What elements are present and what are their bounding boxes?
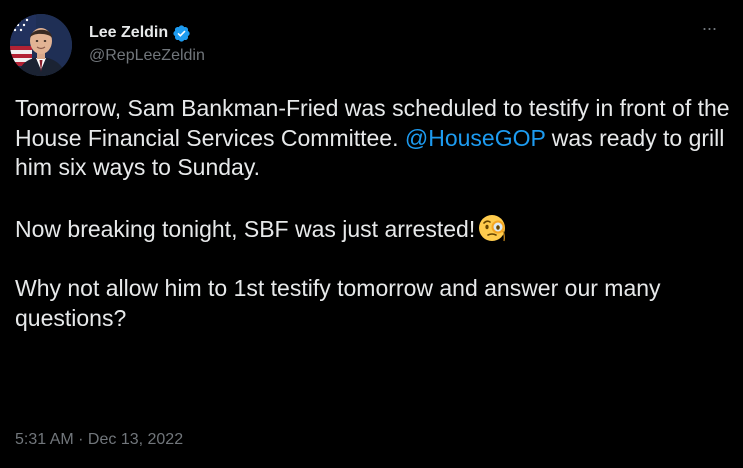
tweet-timestamp: 5:31 AM · Dec 13, 2022 xyxy=(15,431,183,449)
paragraph-2-text: Now breaking tonight, SBF was just arres… xyxy=(15,216,476,242)
tweet-paragraph-2: Now breaking tonight, SBF was just arres… xyxy=(15,212,730,245)
timestamp-date[interactable]: Dec 13, 2022 xyxy=(88,431,183,448)
tweet-paragraph-3: Why not allow him to 1st testify tomorro… xyxy=(15,275,661,331)
more-options-button[interactable]: ··· xyxy=(697,19,721,40)
face-with-monocle-emoji-icon xyxy=(477,212,509,244)
tweet-paragraph-1: Tomorrow, Sam Bankman-Fried was schedule… xyxy=(15,94,730,183)
display-name[interactable]: Lee Zeldin xyxy=(89,24,168,42)
author-block: Lee Zeldin @RepLeeZeldin xyxy=(89,22,205,65)
timestamp-separator: · xyxy=(73,431,88,448)
avatar[interactable] xyxy=(10,14,72,76)
timestamp-time[interactable]: 5:31 AM xyxy=(15,431,74,448)
tweet-card: Lee Zeldin @RepLeeZeldin ··· Tomorrow, S… xyxy=(0,0,743,468)
author-handle[interactable]: @RepLeeZeldin xyxy=(89,47,205,65)
tweet-text: Tomorrow, Sam Bankman-Fried was schedule… xyxy=(15,94,730,333)
mention-link[interactable]: @HouseGOP xyxy=(405,125,546,151)
author-name-row: Lee Zeldin xyxy=(89,22,205,44)
verified-badge-icon xyxy=(172,24,191,43)
